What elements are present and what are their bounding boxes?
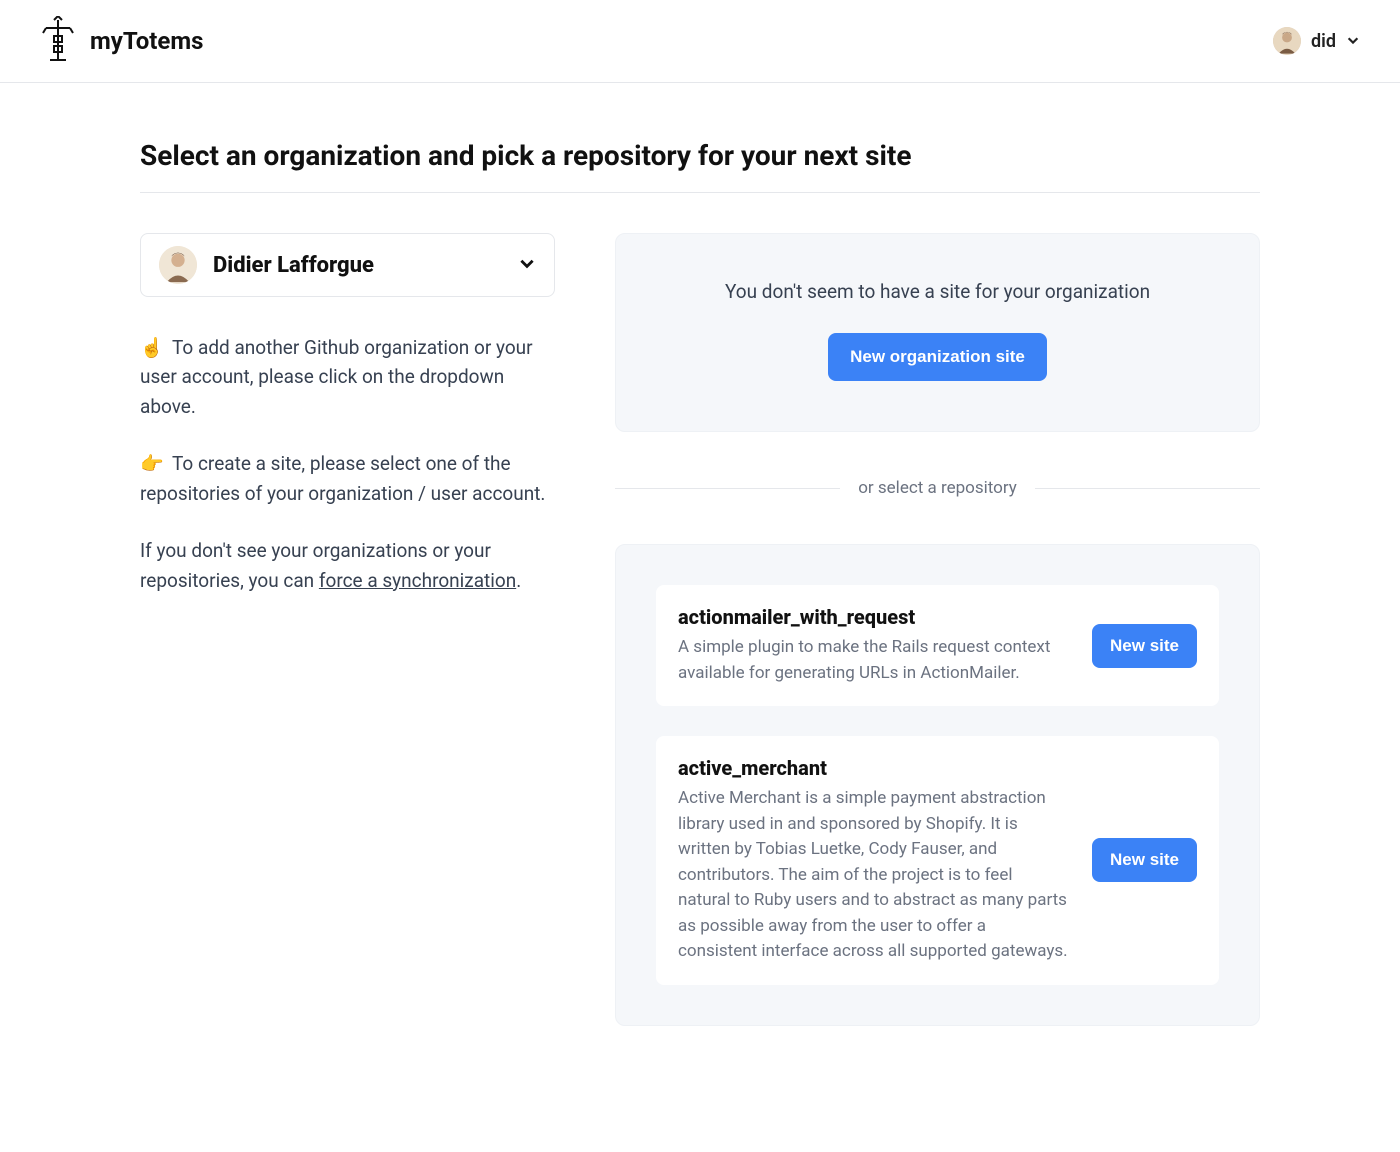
chevron-down-icon [1346, 32, 1360, 51]
brand-name: myTotems [90, 27, 203, 55]
new-site-button[interactable]: New site [1092, 838, 1197, 882]
new-site-button[interactable]: New site [1092, 624, 1197, 668]
divider-label: or select a repository [858, 478, 1017, 498]
repo-card: actionmailer_with_request A simple plugi… [656, 585, 1219, 706]
user-menu[interactable]: did [1273, 27, 1360, 55]
repo-card: active_merchant Active Merchant is a sim… [656, 736, 1219, 985]
organization-dropdown[interactable]: Didier Lafforgue [140, 233, 555, 297]
divider-line [1035, 488, 1260, 489]
help-paragraph-3: If you don't see your organizations or y… [140, 536, 555, 595]
help-paragraph-1: ☝️ To add another Github organization or… [140, 333, 555, 421]
brand-area[interactable]: myTotems [40, 16, 203, 66]
repository-list-panel: actionmailer_with_request A simple plugi… [615, 544, 1260, 1026]
chevron-down-icon [518, 254, 536, 276]
repo-name: active_merchant [678, 756, 1068, 780]
page-title: Select an organization and pick a reposi… [140, 139, 1260, 172]
empty-state-message: You don't seem to have a site for your o… [646, 280, 1229, 303]
repo-description: Active Merchant is a simple payment abst… [678, 786, 1068, 965]
org-avatar [159, 246, 197, 284]
help-text-1: To add another Github organization or yo… [140, 336, 533, 418]
repo-name: actionmailer_with_request [678, 605, 1068, 629]
pointing-right-icon: 👉 [140, 452, 164, 475]
pointing-up-icon: ☝️ [140, 336, 164, 359]
username-label: did [1311, 31, 1336, 52]
totem-logo-icon [40, 16, 76, 66]
header: myTotems did [0, 0, 1400, 83]
help-paragraph-2: 👉 To create a site, please select one of… [140, 449, 555, 508]
help-text-2: To create a site, please select one of t… [140, 452, 545, 504]
empty-state-panel: You don't seem to have a site for your o… [615, 233, 1260, 432]
repo-description: A simple plugin to make the Rails reques… [678, 635, 1068, 686]
divider-line [615, 488, 840, 489]
org-selected-name: Didier Lafforgue [213, 253, 374, 278]
title-divider [140, 192, 1260, 193]
force-sync-link[interactable]: force a synchronization [319, 569, 516, 592]
avatar [1273, 27, 1301, 55]
help-text-3-suffix: . [516, 569, 521, 592]
divider: or select a repository [615, 478, 1260, 498]
new-organization-site-button[interactable]: New organization site [828, 333, 1047, 381]
